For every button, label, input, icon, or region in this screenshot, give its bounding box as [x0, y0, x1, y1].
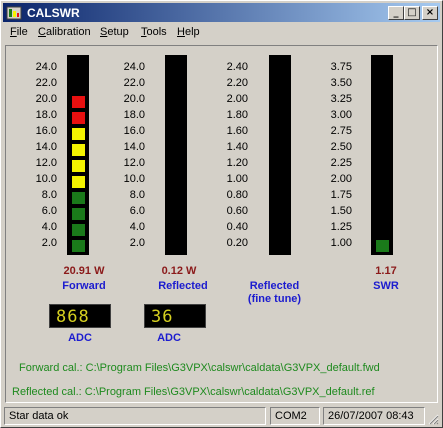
resize-grip-icon[interactable]: [427, 413, 439, 425]
menu-setup[interactable]: Setup: [100, 26, 129, 38]
menu-tools[interactable]: Tools: [141, 26, 167, 38]
scale-tick: 4.0: [41, 221, 57, 233]
status-message: Star data ok: [4, 407, 266, 425]
scale-tick: 2.50: [330, 141, 352, 153]
scale-tick: 16.0: [35, 125, 57, 137]
scale-tick: 22.0: [123, 77, 145, 89]
close-button[interactable]: ×: [422, 6, 438, 20]
forward-adc-readout: 868: [56, 307, 90, 327]
scale-tick: 0.60: [226, 205, 248, 217]
reflected-fine-meter: [269, 55, 291, 255]
scale-tick: 20.0: [123, 93, 145, 105]
scale-tick: 14.0: [123, 141, 145, 153]
scale-tick: 6.0: [129, 205, 145, 217]
scale-tick: 2.0: [129, 237, 145, 249]
minimize-icon: _: [393, 7, 399, 18]
status-datetime: 26/07/2007 08:43: [323, 407, 425, 425]
swr-value: 1.17: [375, 265, 397, 277]
scale-tick: 2.75: [330, 125, 352, 137]
scale-tick: 22.0: [35, 77, 57, 89]
reflected-adc-label: ADC: [157, 332, 181, 344]
meter-segment: [72, 144, 85, 156]
meter-segment: [72, 240, 85, 252]
scale-tick: 24.0: [123, 61, 145, 73]
scale-tick: 3.00: [330, 109, 352, 121]
window-title: CALSWR: [27, 6, 80, 20]
forward-label: Forward: [62, 280, 106, 292]
scale-tick: 0.20: [226, 237, 248, 249]
scale-tick: 0.80: [226, 189, 248, 201]
scale-tick: 3.75: [330, 61, 352, 73]
meter-segment: [72, 224, 85, 236]
meter-segment: [72, 112, 85, 124]
scale-tick: 1.20: [226, 157, 248, 169]
swr-meter: [371, 55, 393, 255]
menu-bar: File Calibration Setup Tools Help: [3, 23, 440, 42]
meter-segment: [72, 192, 85, 204]
status-port: COM2: [270, 407, 320, 425]
minimize-button[interactable]: _: [388, 6, 404, 20]
meter-segment: [72, 96, 85, 108]
reflected-adc-display: 36: [144, 304, 206, 328]
meter-segment: [72, 176, 85, 188]
app-icon: [6, 6, 22, 20]
scale-tick: 10.0: [35, 173, 57, 185]
menu-calibration[interactable]: Calibration: [38, 26, 91, 38]
meter-segment: [376, 240, 389, 252]
scale-tick: 1.60: [226, 125, 248, 137]
scale-tick: 1.00: [330, 237, 352, 249]
meter-segment: [72, 160, 85, 172]
status-bar: Star data ok COM2 26/07/2007 08:43: [3, 406, 440, 426]
scale-tick: 8.0: [41, 189, 57, 201]
title-bar[interactable]: CALSWR _ □ ×: [3, 3, 440, 22]
forward-calibration-path: Forward cal.: C:\Program Files\G3VPX\cal…: [19, 362, 380, 374]
menu-help[interactable]: Help: [177, 26, 200, 38]
scale-tick: 6.0: [41, 205, 57, 217]
meter-segment: [72, 208, 85, 220]
scale-tick: 2.00: [226, 93, 248, 105]
scale-tick: 2.0: [41, 237, 57, 249]
scale-tick: 2.20: [226, 77, 248, 89]
forward-adc-display: 868: [49, 304, 111, 328]
scale-tick: 1.75: [330, 189, 352, 201]
scale-tick: 3.25: [330, 93, 352, 105]
scale-tick: 1.00: [226, 173, 248, 185]
maximize-icon: □: [407, 7, 417, 18]
scale-tick: 12.0: [123, 157, 145, 169]
reflected-calibration-path: Reflected cal.: C:\Program Files\G3VPX\c…: [12, 386, 375, 398]
swr-label: SWR: [373, 280, 399, 292]
main-window: CALSWR _ □ × File Calibration Setup Tool…: [0, 0, 443, 428]
reflected-adc-readout: 36: [151, 307, 174, 327]
scale-tick: 20.0: [35, 93, 57, 105]
scale-tick: 0.40: [226, 221, 248, 233]
reflected-value: 0.12 W: [161, 265, 197, 277]
meter-segment: [72, 128, 85, 140]
scale-tick: 14.0: [35, 141, 57, 153]
forward-value: 20.91 W: [63, 265, 105, 277]
scale-tick: 4.0: [129, 221, 145, 233]
reflected-label: Reflected: [158, 280, 208, 292]
scale-tick: 10.0: [123, 173, 145, 185]
reflected-meter: [165, 55, 187, 255]
scale-tick: 1.25: [330, 221, 352, 233]
scale-tick: 8.0: [129, 189, 145, 201]
forward-meter: [67, 55, 89, 255]
scale-tick: 3.50: [330, 77, 352, 89]
reflected-fine-label: Reflected (fine tune): [247, 280, 302, 305]
scale-tick: 24.0: [35, 61, 57, 73]
scale-tick: 2.40: [226, 61, 248, 73]
scale-tick: 1.40: [226, 141, 248, 153]
scale-tick: 16.0: [123, 125, 145, 137]
scale-tick: 1.50: [330, 205, 352, 217]
scale-tick: 1.80: [226, 109, 248, 121]
forward-adc-label: ADC: [68, 332, 92, 344]
menu-file[interactable]: File: [10, 26, 28, 38]
scale-tick: 12.0: [35, 157, 57, 169]
close-icon: ×: [425, 7, 435, 18]
scale-tick: 18.0: [35, 109, 57, 121]
scale-tick: 18.0: [123, 109, 145, 121]
scale-tick: 2.25: [330, 157, 352, 169]
scale-tick: 2.00: [330, 173, 352, 185]
maximize-button[interactable]: □: [404, 6, 420, 20]
